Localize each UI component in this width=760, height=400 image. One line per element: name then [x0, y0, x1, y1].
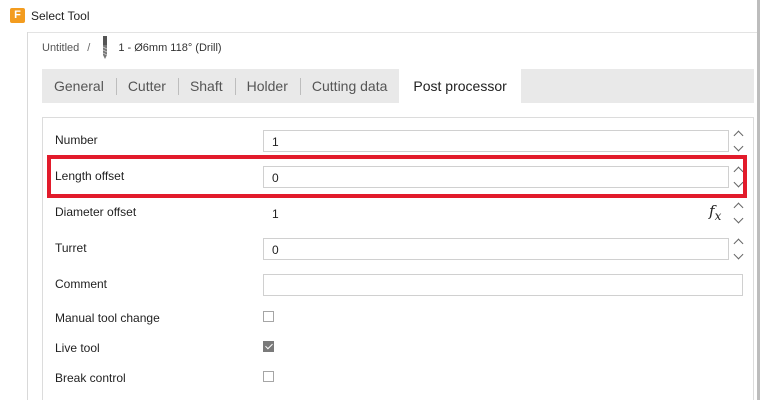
diameter-offset-row: Diameter offset 1 fx [43, 197, 755, 227]
diameter-offset-input[interactable]: 1 [263, 202, 729, 224]
break-control-row: Break control [43, 363, 755, 393]
live-tool-checkbox[interactable] [263, 341, 274, 352]
manual-tool-change-checkbox[interactable] [263, 311, 274, 322]
comment-label: Comment [55, 277, 108, 291]
diameter-offset-label: Diameter offset [55, 205, 137, 219]
length-offset-input[interactable]: 0 [263, 166, 729, 188]
comment-input[interactable] [263, 274, 743, 296]
diameter-offset-stepper[interactable] [733, 201, 743, 225]
tab-shaft[interactable]: Shaft [177, 69, 235, 103]
breadcrumb-tool: 1 - Ø6mm 118° (Drill) [118, 42, 222, 54]
number-input[interactable]: 1 [263, 130, 729, 152]
length-offset-stepper[interactable] [733, 165, 743, 189]
drill-icon [103, 36, 108, 59]
number-label: Number [55, 133, 98, 147]
breadcrumb: Untitled / 1 - Ø6mm 118° (Drill) [42, 36, 222, 59]
break-control-checkbox[interactable] [263, 371, 274, 382]
window-left-edge [0, 32, 28, 400]
length-offset-row: Length offset 0 [43, 161, 755, 191]
manual-tool-change-label: Manual tool change [55, 311, 160, 325]
tab-bar: General Cutter Shaft Holder Cutting data… [42, 69, 754, 103]
title-bar: F Select Tool [0, 0, 760, 32]
divider [28, 32, 760, 33]
manual-tool-change-row: Manual tool change [43, 303, 755, 333]
chevron-up-icon[interactable] [733, 202, 743, 213]
break-control-label: Break control [55, 371, 126, 385]
post-processor-panel: Number 1 Length offset 0 Diameter offset… [42, 117, 754, 400]
chevron-down-icon[interactable] [733, 141, 743, 152]
tab-cutting-data[interactable]: Cutting data [299, 69, 400, 103]
chevron-up-icon[interactable] [733, 130, 743, 141]
chevron-down-icon[interactable] [733, 249, 743, 260]
live-tool-label: Live tool [55, 341, 100, 355]
number-row: Number 1 [43, 125, 755, 155]
chevron-down-icon[interactable] [733, 177, 743, 188]
tab-general[interactable]: General [42, 69, 116, 103]
breadcrumb-separator: / [87, 42, 91, 54]
window-title: Select Tool [31, 9, 90, 23]
turret-row: Turret 0 [43, 233, 755, 263]
chevron-down-icon[interactable] [733, 213, 743, 224]
turret-stepper[interactable] [733, 237, 743, 261]
tab-cutter[interactable]: Cutter [115, 69, 178, 103]
length-offset-label: Length offset [55, 169, 125, 183]
live-tool-row: Live tool [43, 333, 755, 363]
tab-holder[interactable]: Holder [234, 69, 300, 103]
fx-x: x [714, 209, 722, 223]
turret-input[interactable]: 0 [263, 238, 729, 260]
chevron-up-icon[interactable] [733, 238, 743, 249]
tab-post-processor[interactable]: Post processor [399, 69, 521, 103]
fusion-app-icon: F [10, 8, 25, 23]
turret-label: Turret [55, 241, 87, 255]
number-stepper[interactable] [733, 129, 743, 153]
fx-icon[interactable]: fx [709, 202, 721, 223]
comment-row: Comment [43, 269, 755, 299]
breadcrumb-root[interactable]: Untitled [42, 42, 79, 54]
chevron-up-icon[interactable] [733, 166, 743, 177]
